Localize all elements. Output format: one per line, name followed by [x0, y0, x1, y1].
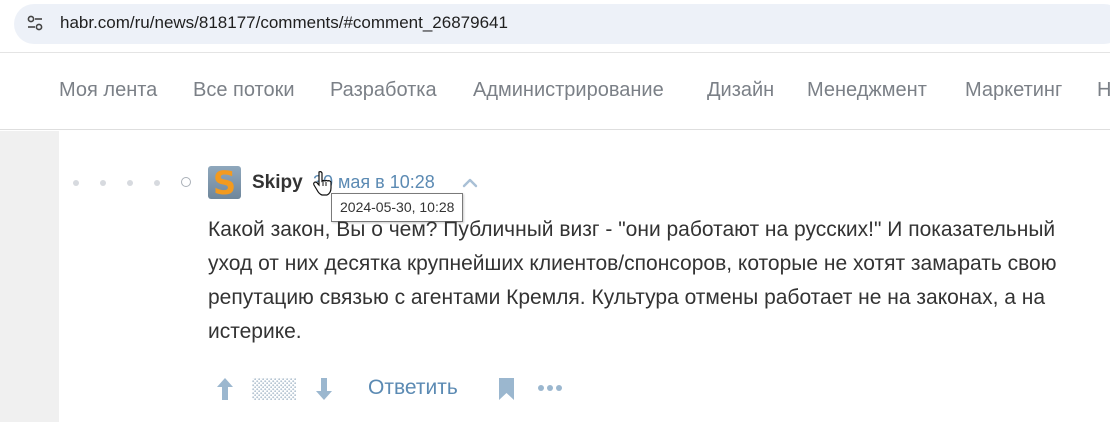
- comment-body: Какой закон, Вы о чем? Публичный визг - …: [208, 218, 1057, 343]
- hidden-score-icon: [252, 378, 296, 400]
- browser-address-bar: habr.com/ru/news/818177/comments/#commen…: [0, 0, 1110, 48]
- nav-item-design[interactable]: Дизайн: [707, 79, 774, 102]
- nav-item-truncated[interactable]: Н: [1097, 79, 1110, 102]
- nav-item-my-feed[interactable]: Моя лента: [59, 79, 157, 102]
- thread-indent-dot: [127, 180, 133, 186]
- left-gutter: [0, 131, 59, 422]
- nav-item-development[interactable]: Разработка: [330, 79, 437, 102]
- chevron-up-icon[interactable]: [462, 176, 478, 188]
- nav-item-all-streams[interactable]: Все потоки: [193, 79, 295, 102]
- comment-actions: Ответить: [208, 372, 608, 406]
- reply-button[interactable]: Ответить: [368, 376, 458, 400]
- nav-item-administration[interactable]: Администрирование: [473, 79, 664, 102]
- hand-cursor-icon: [313, 171, 332, 196]
- tune-icon[interactable]: [26, 14, 44, 32]
- bookmark-icon[interactable]: [498, 377, 515, 401]
- thread-indent-dot: [100, 180, 106, 186]
- comment-author[interactable]: Skipy: [252, 172, 303, 194]
- avatar[interactable]: S: [208, 166, 241, 199]
- thread-indent-dot: [73, 180, 79, 186]
- url-text[interactable]: habr.com/ru/news/818177/comments/#commen…: [60, 13, 508, 33]
- thread-indent-marker[interactable]: [181, 177, 191, 187]
- arrow-up-icon[interactable]: [216, 376, 234, 402]
- hub-navigation: Моя лента Все потоки Разработка Админист…: [0, 52, 1110, 130]
- nav-item-marketing[interactable]: Маркетинг: [965, 79, 1062, 102]
- arrow-down-icon[interactable]: [315, 376, 333, 402]
- more-icon[interactable]: [537, 383, 563, 393]
- thread-indent-dot: [154, 180, 160, 186]
- nav-item-management[interactable]: Менеджмент: [807, 79, 927, 102]
- avatar-letter: S: [212, 166, 237, 199]
